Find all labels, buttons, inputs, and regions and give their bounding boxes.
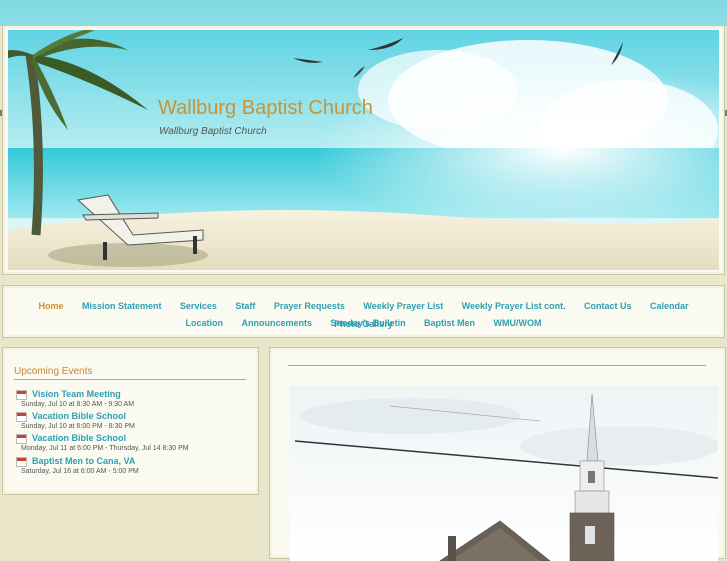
event-link[interactable]: Vacation Bible School <box>32 411 126 421</box>
site-title[interactable]: Wallburg Baptist Church <box>158 97 373 120</box>
site-subtitle: Wallburg Baptist Church <box>159 126 267 137</box>
nav-item-weekly-prayer-list-cont[interactable]: Weekly Prayer List cont. <box>462 301 566 311</box>
nav-item-announcements[interactable]: Announcements <box>241 318 312 328</box>
event-time: Saturday, Jul 16 at 6:00 AM - 5:00 PM <box>21 468 139 475</box>
event-link[interactable]: Vision Team Meeting <box>32 389 121 399</box>
nav-item-prayer-requests[interactable]: Prayer Requests <box>274 301 345 311</box>
main-navigation: Home Mission Statement Services Staff Pr… <box>2 285 725 338</box>
event-time: Sunday, Jul 10 at 6:00 PM - 8:30 PM <box>21 423 135 430</box>
content-divider <box>288 365 706 366</box>
nav-item-sundays-bulletin[interactable]: Sunday's Bulletin <box>330 318 405 328</box>
nav-item-home[interactable]: Home <box>38 301 63 311</box>
event-link[interactable]: Baptist Men to Cana, VA <box>32 456 135 466</box>
nav-item-contact-us[interactable]: Contact Us <box>584 301 632 311</box>
nav-item-calendar[interactable]: Calendar <box>650 301 689 311</box>
main-content-panel <box>269 347 726 561</box>
calendar-icon <box>16 457 27 467</box>
upcoming-events-heading: Upcoming Events <box>14 366 93 377</box>
nav-item-weekly-prayer-list[interactable]: Weekly Prayer List <box>363 301 443 311</box>
nav-item-services[interactable]: Services <box>180 301 217 311</box>
calendar-icon <box>16 390 27 400</box>
nav-item-staff[interactable]: Staff <box>235 301 255 311</box>
top-band <box>0 0 727 26</box>
nav-item-baptist-men[interactable]: Baptist Men <box>424 318 475 328</box>
event-link[interactable]: Vacation Bible School <box>32 433 126 443</box>
calendar-icon <box>16 412 27 422</box>
calendar-icon <box>16 434 27 444</box>
site-header: Wallburg Baptist Church Wallburg Baptist… <box>2 25 725 275</box>
beach-banner-image: Wallburg Baptist Church Wallburg Baptist… <box>8 30 719 270</box>
event-time: Sunday, Jul 10 at 8:30 AM - 9:30 AM <box>21 401 135 408</box>
nav-row-2: Location Announcements Sunday's Bulletin… <box>3 313 724 331</box>
nav-item-wmu-wom[interactable]: WMU/WOM <box>494 318 542 328</box>
nav-item-location[interactable]: Location <box>186 318 224 328</box>
nav-item-mission-statement[interactable]: Mission Statement <box>82 301 162 311</box>
upcoming-events-panel: Upcoming Events Vision Team Meeting Sund… <box>2 347 259 495</box>
church-photo <box>290 386 718 561</box>
event-time: Monday, Jul 11 at 6:00 PM - Thursday, Ju… <box>21 445 189 452</box>
heading-divider <box>14 379 246 380</box>
